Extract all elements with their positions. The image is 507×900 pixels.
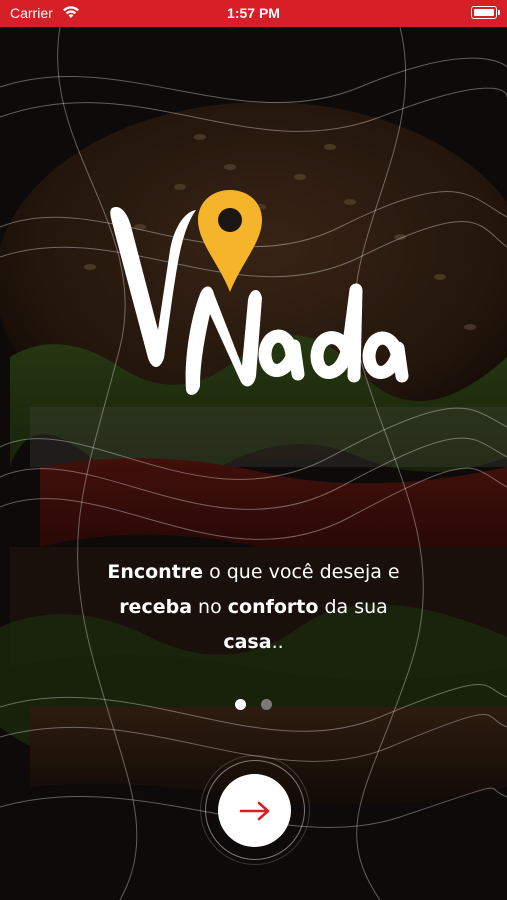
tagline-bold-receba: receba	[119, 596, 193, 618]
tagline-bold-conforto: conforto	[227, 596, 319, 618]
status-bar: Carrier 1:57 PM	[0, 0, 507, 27]
next-button[interactable]	[218, 774, 291, 847]
onboarding-screen: Carrier 1:57 PM Encontre o que você dese…	[0, 0, 507, 900]
tagline: Encontre o que você deseja e receba no c…	[40, 555, 467, 660]
page-dot-1[interactable]	[235, 699, 247, 710]
tagline-text-2: no	[192, 596, 228, 618]
tagline-text-3: da sua	[318, 596, 388, 618]
page-dot-2[interactable]	[260, 699, 272, 710]
tagline-text-1: o que você deseja e	[203, 561, 400, 583]
tagline-bold-casa: casa	[223, 631, 272, 653]
battery-icon	[471, 6, 500, 19]
page-indicator	[0, 697, 507, 710]
vo-nada-logo	[110, 190, 409, 395]
clock: 1:57 PM	[227, 5, 280, 21]
tagline-bold-encontre: Encontre	[107, 561, 204, 583]
tagline-text-4: ..	[271, 631, 284, 653]
arrow-right-icon	[239, 801, 269, 820]
